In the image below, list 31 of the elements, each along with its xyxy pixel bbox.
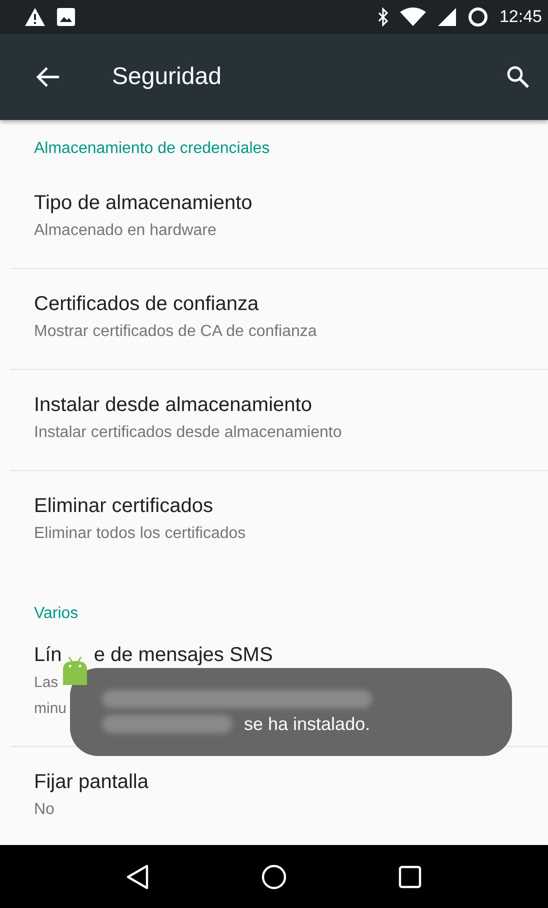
setting-title[interactable]: Eliminar certificados [34, 493, 213, 519]
setting-title[interactable]: Certificados de confianza [34, 291, 259, 317]
setting-summary: Almacenado en hardware [34, 221, 216, 241]
wifi-icon [399, 7, 428, 27]
setting-title[interactable]: Fijar pantalla [34, 769, 149, 795]
back-arrow-icon[interactable] [36, 66, 60, 88]
android-icon [62, 657, 88, 685]
setting-summary: Mostrar certificados de CA de confianza [34, 322, 317, 342]
setting-summary: Las [34, 673, 58, 693]
setting-title[interactable]: Instalar desde almacenamiento [34, 392, 312, 418]
toast-message: se ha instalado. [244, 714, 370, 734]
signal-icon [437, 7, 458, 27]
setting-title[interactable]: e de mensajes SMS [94, 642, 273, 668]
battery-ring-icon [467, 6, 490, 28]
setting-summary: Instalar certificados desde almacenamiento [34, 423, 342, 443]
setting-title[interactable]: Tipo de almacenamiento [34, 190, 252, 216]
back-nav-icon[interactable] [126, 864, 150, 890]
home-nav-icon[interactable] [260, 864, 287, 890]
search-icon[interactable] [506, 65, 530, 89]
setting-summary: Eliminar todos los certificados [34, 524, 246, 544]
setting-summary: No [34, 800, 54, 820]
recents-nav-icon[interactable] [398, 864, 422, 888]
warning-icon [24, 7, 46, 27]
bluetooth-icon [377, 7, 390, 27]
section-header: Almacenamiento de credenciales [33, 139, 271, 159]
status-time: 12:45 [499, 7, 542, 27]
image-icon [56, 7, 76, 27]
setting-summary: minu [34, 699, 67, 719]
section-header: Varios [33, 604, 80, 624]
setting-title[interactable]: Lín [34, 642, 62, 668]
screen-title: Seguridad [112, 63, 222, 91]
